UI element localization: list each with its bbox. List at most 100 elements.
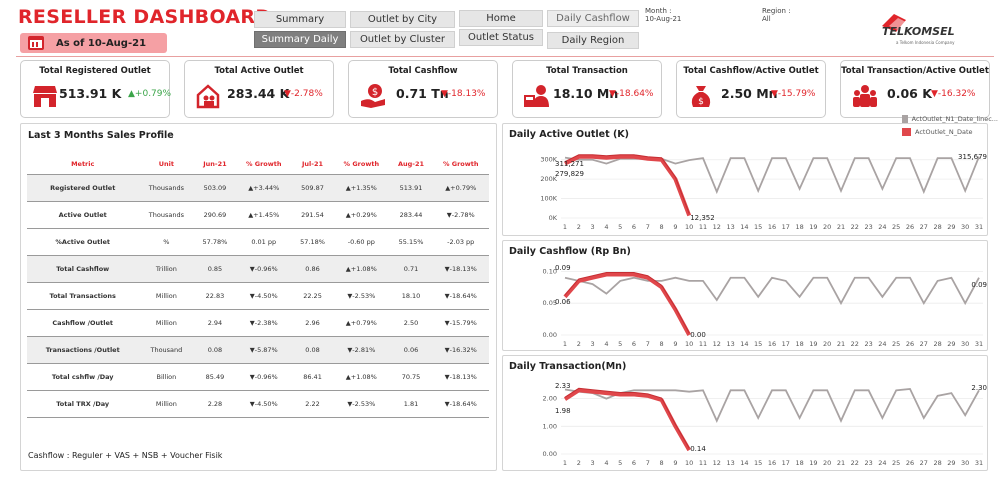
value-cell: 57.78% (194, 227, 236, 255)
metric-cell: Active Outlet (27, 200, 139, 228)
column-header: % Growth (245, 159, 282, 168)
legend-item[interactable]: ActOutlet_N1_Date_linec... (902, 115, 998, 123)
x-tick-label: 25 (892, 340, 900, 348)
kpi-title: Total Registered Outlet (39, 66, 151, 76)
kpi-growth: ▼-2.78% (284, 89, 323, 99)
x-tick-label: 13 (726, 459, 734, 467)
value-cell: 85.49 (194, 362, 236, 390)
x-tick-label: 2 (577, 340, 581, 348)
x-tick-label: 12 (713, 340, 721, 348)
table-row: Transactions /Outlet Thousand 0.08 ▼-5.87% 0… (27, 335, 489, 363)
value-cell: 0.86 (291, 254, 334, 282)
x-tick-label: 22 (851, 459, 859, 467)
legend-item[interactable]: ActOutlet_N_Date (902, 128, 998, 136)
growth-cell: ▲+0.79% (333, 308, 390, 336)
daily-transaction-panel: Daily Transaction(Mn) 0.00 1.00 2.00 1 2 3 4 5 6… (502, 355, 988, 471)
unit-cell: Thousands (138, 200, 195, 228)
as-of-text: As of 10-Aug-21 (56, 37, 147, 49)
metric-cell: Registered Outlet (27, 173, 139, 201)
region-filter-value[interactable]: All (762, 15, 771, 23)
money-bag-icon: $ (691, 86, 711, 107)
nav-outlet-status-button[interactable]: Outlet Status (459, 29, 543, 46)
growth-cell: ▼-18.64% (432, 281, 489, 309)
nav-outlet-by-city-button[interactable]: Outlet by City (350, 11, 455, 28)
column-header: Aug-21 (397, 159, 425, 168)
y-tick-label: 0K (549, 214, 558, 222)
kpi-growth: ▼-16.32% (931, 89, 976, 99)
unit-cell: Thousand (138, 335, 195, 363)
x-tick-label: 27 (920, 459, 928, 467)
x-tick-label: 9 (673, 223, 677, 231)
x-tick-label: 19 (809, 459, 817, 467)
x-tick-label: 19 (809, 223, 817, 231)
value-cell: 283.44 (389, 200, 433, 228)
growth-cell: ▲+1.35% (333, 173, 390, 201)
growth-cell: ▼-16.32% (432, 335, 489, 363)
daily-cashflow-chart: 0.000.050.101 2 3 4 5 6 7 8 9 10 11 12 13 14 15 16 17 18 1… (543, 264, 987, 348)
x-tick-label: 25 (892, 223, 900, 231)
x-tick-label: 11 (699, 223, 707, 231)
daily-transaction-chart: 0.001.002.001 2 3 4 5 6 7 8 9 10 11 12 13 14 15 16 17 18 1… (543, 382, 987, 467)
growth-cell: ▼-0.96% (235, 254, 292, 282)
x-tick-label: 29 (947, 340, 955, 348)
metric-cell: Cashflow /Outlet (27, 308, 139, 336)
value-cell: 0.71 (389, 254, 433, 282)
x-tick-label: 17 (782, 340, 790, 348)
kpi-title: Total Transaction (546, 66, 628, 76)
y-tick-label: 100K (540, 195, 557, 203)
growth-cell: ▲+3.44% (235, 173, 292, 201)
nav-home-button[interactable]: Home (459, 10, 543, 27)
sales-profile-panel: Last 3 Months Sales Profile Metric Unit Ju… (20, 123, 497, 471)
cashflow-footnote: Cashflow : Reguler + VAS + NSB + Voucher… (28, 451, 223, 460)
nav-outlet-by-cluster-button[interactable]: Outlet by Cluster (350, 31, 455, 48)
calendar-icon (28, 36, 44, 50)
group-icon (853, 85, 877, 107)
month-filter-value[interactable]: 10-Aug-21 (645, 15, 681, 23)
kpi-card: Total Transaction 18.10 Mn ▼-18.64% (512, 60, 662, 118)
kpi-card: Total Transaction/Active Outlet 0.06 K ▼-1… (840, 60, 990, 118)
daily-cashflow-panel: Daily Cashflow (Rp Bn) 0.00 0.05 0.10 1 2 3 4 5… (502, 240, 988, 351)
x-tick-label: 18 (795, 459, 803, 467)
x-tick-label: 26 (906, 340, 914, 348)
as-of-badge: As of 10-Aug-21 (20, 33, 167, 53)
dashboard-title: RESELLER DASHBOARD (18, 6, 272, 28)
nav-daily-cashflow-button[interactable]: Daily Cashflow (547, 10, 639, 27)
x-tick-label: 30 (961, 340, 969, 348)
kpi-value: 0.06 K (887, 86, 932, 101)
value-cell: 2.94 (194, 308, 236, 336)
nav-summary-daily-button[interactable]: Summary Daily (254, 31, 346, 48)
growth-cell: ▼-5.87% (235, 335, 292, 363)
growth-cell: ▲+0.29% (333, 200, 390, 228)
x-tick-label: 13 (726, 223, 734, 231)
logo-word: TELKOMSEL (882, 25, 955, 38)
x-tick-label: 1 (563, 340, 567, 348)
kpi-card: Total Active Outlet 283.44 K ▼-2.78% (184, 60, 334, 118)
x-tick-label: 22 (851, 340, 859, 348)
x-tick-label: 12 (713, 223, 721, 231)
data-label: 311,271 (555, 160, 584, 168)
nav-daily-region-button[interactable]: Daily Region (547, 32, 639, 49)
table-row: Active Outlet Thousands 290.69 ▲+1.45% 291.5… (27, 200, 489, 228)
nav-summary-button[interactable]: Summary (254, 11, 346, 28)
x-tick-label: 4 (604, 340, 608, 348)
x-tick-label: 29 (947, 459, 955, 467)
value-cell: 513.91 (389, 173, 433, 201)
legend-label: ActOutlet_N1_Date_linec... (911, 115, 998, 123)
value-cell: 0.85 (194, 254, 236, 282)
x-tick-label: 16 (768, 340, 776, 348)
x-tick-label: 30 (961, 223, 969, 231)
x-tick-label: 21 (837, 223, 845, 231)
value-cell: 0.06 (389, 335, 433, 363)
x-tick-label: 24 (878, 223, 886, 231)
x-tick-label: 19 (809, 340, 817, 348)
value-cell: 509.87 (291, 173, 334, 201)
x-tick-label: 17 (782, 459, 790, 467)
x-tick-label: 23 (864, 223, 872, 231)
value-cell: 503.09 (194, 173, 236, 201)
table-row: Total cshflw /Day Billion 85.49 ▼-0.96% 86.4… (27, 362, 489, 390)
kpi-growth: ▼-18.64% (609, 89, 654, 99)
x-tick-label: 3 (591, 459, 595, 467)
data-label: 0.09 (971, 281, 987, 289)
x-tick-label: 17 (782, 223, 790, 231)
x-tick-label: 28 (933, 459, 941, 467)
